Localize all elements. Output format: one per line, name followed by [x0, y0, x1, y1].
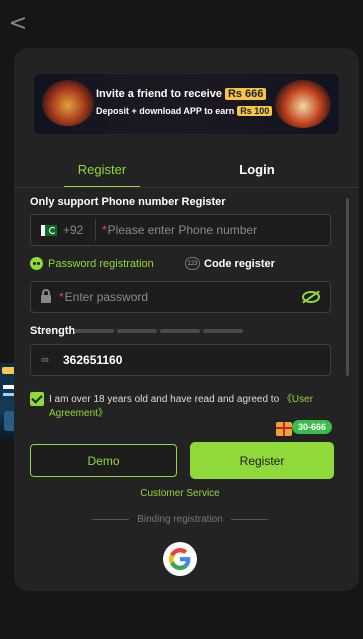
agreement-checkbox[interactable] — [30, 392, 44, 406]
pakistan-flag-icon — [41, 224, 57, 236]
banner-art-left — [42, 80, 94, 126]
tab-register[interactable]: Register — [64, 152, 140, 188]
promo-banner[interactable]: Invite a friend to receive Rs 666 Deposit… — [34, 74, 339, 134]
required-mark: * — [59, 290, 64, 304]
back-button[interactable]: < — [8, 10, 28, 36]
mode-code-register[interactable]: 123 Code register — [185, 257, 275, 270]
gift-icon — [276, 422, 292, 436]
tab-login[interactable]: Login — [222, 152, 292, 186]
binding-label: Binding registration — [137, 513, 223, 525]
scrollbar[interactable] — [346, 198, 349, 376]
handshake-icon: ∞ — [41, 354, 49, 366]
bonus-badge: 30-666 — [292, 420, 333, 434]
eye-off-icon[interactable] — [302, 290, 320, 304]
banner-art-right — [275, 80, 331, 128]
code-123-icon: 123 — [185, 257, 200, 270]
invite-code-value: 362651160 — [63, 353, 123, 367]
mode-code-label: Code register — [204, 257, 275, 270]
strength-label: Strength — [30, 325, 76, 337]
mode-password-label: Password registration — [48, 257, 154, 270]
strength-bar — [117, 329, 157, 333]
banner-line-1: Invite a friend to receive Rs 666 — [96, 88, 267, 100]
mode-password-registration[interactable]: Password registration — [30, 257, 154, 270]
binding-divider: Binding registration — [92, 512, 269, 526]
register-modal: Invite a friend to receive Rs 666 Deposit… — [14, 48, 359, 591]
register-button[interactable]: Register — [190, 442, 334, 479]
google-login-button[interactable] — [163, 542, 197, 576]
google-icon — [169, 548, 191, 570]
lock-icon — [41, 289, 51, 303]
strength-bar — [160, 329, 200, 333]
demo-button[interactable]: Demo — [30, 444, 177, 477]
password-mode-icon — [30, 257, 43, 270]
strength-bar — [74, 329, 114, 333]
password-strength: Strength — [30, 324, 331, 338]
banner-highlight-1: Rs 666 — [224, 88, 267, 100]
auth-tabs: Register Login — [14, 152, 359, 188]
password-placeholder: Enter password — [64, 290, 149, 304]
agreement-text: I am over 18 years old and have read and… — [49, 394, 314, 419]
chevron-left-icon: < — [8, 10, 28, 36]
strength-bar — [203, 329, 243, 333]
phone-placeholder: Please enter Phone number — [107, 223, 258, 237]
invite-code-field[interactable]: ∞ 362651160 — [30, 344, 331, 376]
password-field[interactable]: * Enter password — [30, 281, 331, 313]
field-separator — [95, 219, 96, 241]
customer-service-link[interactable]: Customer Service — [14, 488, 346, 499]
country-code[interactable]: +92 — [63, 223, 95, 237]
register-mode-switch: Password registration 123 Code register — [30, 257, 331, 273]
banner-line-2: Deposit + download APP to earn Rs 100 — [96, 106, 273, 116]
required-mark: * — [102, 223, 107, 237]
phone-field[interactable]: +92 * Please enter Phone number — [30, 214, 331, 246]
support-note: Only support Phone number Register — [30, 196, 226, 208]
banner-highlight-2: Rs 100 — [237, 106, 273, 116]
tabs-divider — [14, 187, 359, 188]
